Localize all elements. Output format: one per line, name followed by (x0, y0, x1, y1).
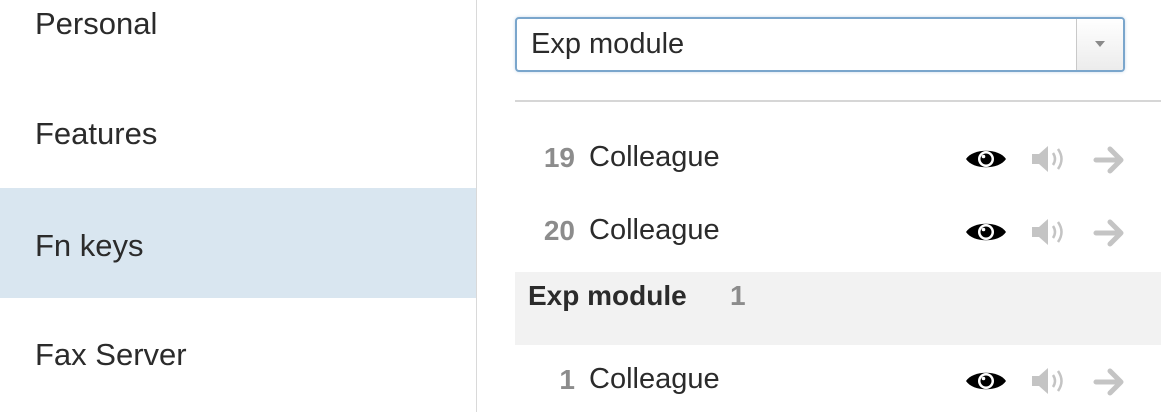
sidebar-item-label: Personal (35, 6, 158, 41)
speaker-icon[interactable] (1029, 365, 1069, 397)
sidebar-item-label: Features (35, 116, 158, 151)
chevron-down-icon (1095, 41, 1105, 47)
sidebar-item-features[interactable]: Features (0, 78, 476, 188)
key-row[interactable]: 20 Colleague (515, 198, 1161, 268)
module-select[interactable]: Exp module (515, 17, 1125, 72)
sidebar-item-personal[interactable]: Personal (0, 0, 476, 78)
sidebar-item-label: Fax Server (35, 337, 187, 372)
key-number: 19 (543, 142, 575, 173)
group-header: Exp module 1 (515, 272, 1161, 345)
sidebar-item-label: Fn keys (35, 228, 144, 263)
group-count: 1 (730, 280, 746, 311)
key-name: Colleague (589, 141, 720, 173)
group-title: Exp module (528, 280, 687, 311)
sidebar-item-fn-keys[interactable]: Fn keys (0, 188, 476, 298)
arrow-right-icon[interactable] (1093, 143, 1127, 177)
key-name: Colleague (589, 214, 720, 246)
arrow-right-icon[interactable] (1093, 365, 1127, 399)
key-row[interactable]: 19 Colleague (515, 125, 1161, 195)
divider (515, 100, 1161, 102)
key-number: 1 (559, 364, 575, 395)
main-panel: Exp module 19 Colleague 20 Colleague Exp… (477, 0, 1161, 412)
module-select-toggle[interactable] (1076, 19, 1123, 70)
key-name: Colleague (589, 363, 720, 395)
speaker-icon[interactable] (1029, 143, 1069, 175)
sidebar: Personal Features Fn keys Fax Server (0, 0, 477, 412)
eye-icon[interactable] (965, 367, 1007, 395)
sidebar-item-fax-server[interactable]: Fax Server (0, 298, 476, 408)
key-number: 20 (543, 215, 575, 246)
app: Personal Features Fn keys Fax Server Exp… (0, 0, 1161, 412)
module-select-value: Exp module (531, 28, 685, 60)
key-row[interactable]: 1 Colleague (515, 346, 1161, 412)
eye-icon[interactable] (965, 218, 1007, 246)
speaker-icon[interactable] (1029, 216, 1069, 248)
eye-icon[interactable] (965, 145, 1007, 173)
arrow-right-icon[interactable] (1093, 216, 1127, 250)
